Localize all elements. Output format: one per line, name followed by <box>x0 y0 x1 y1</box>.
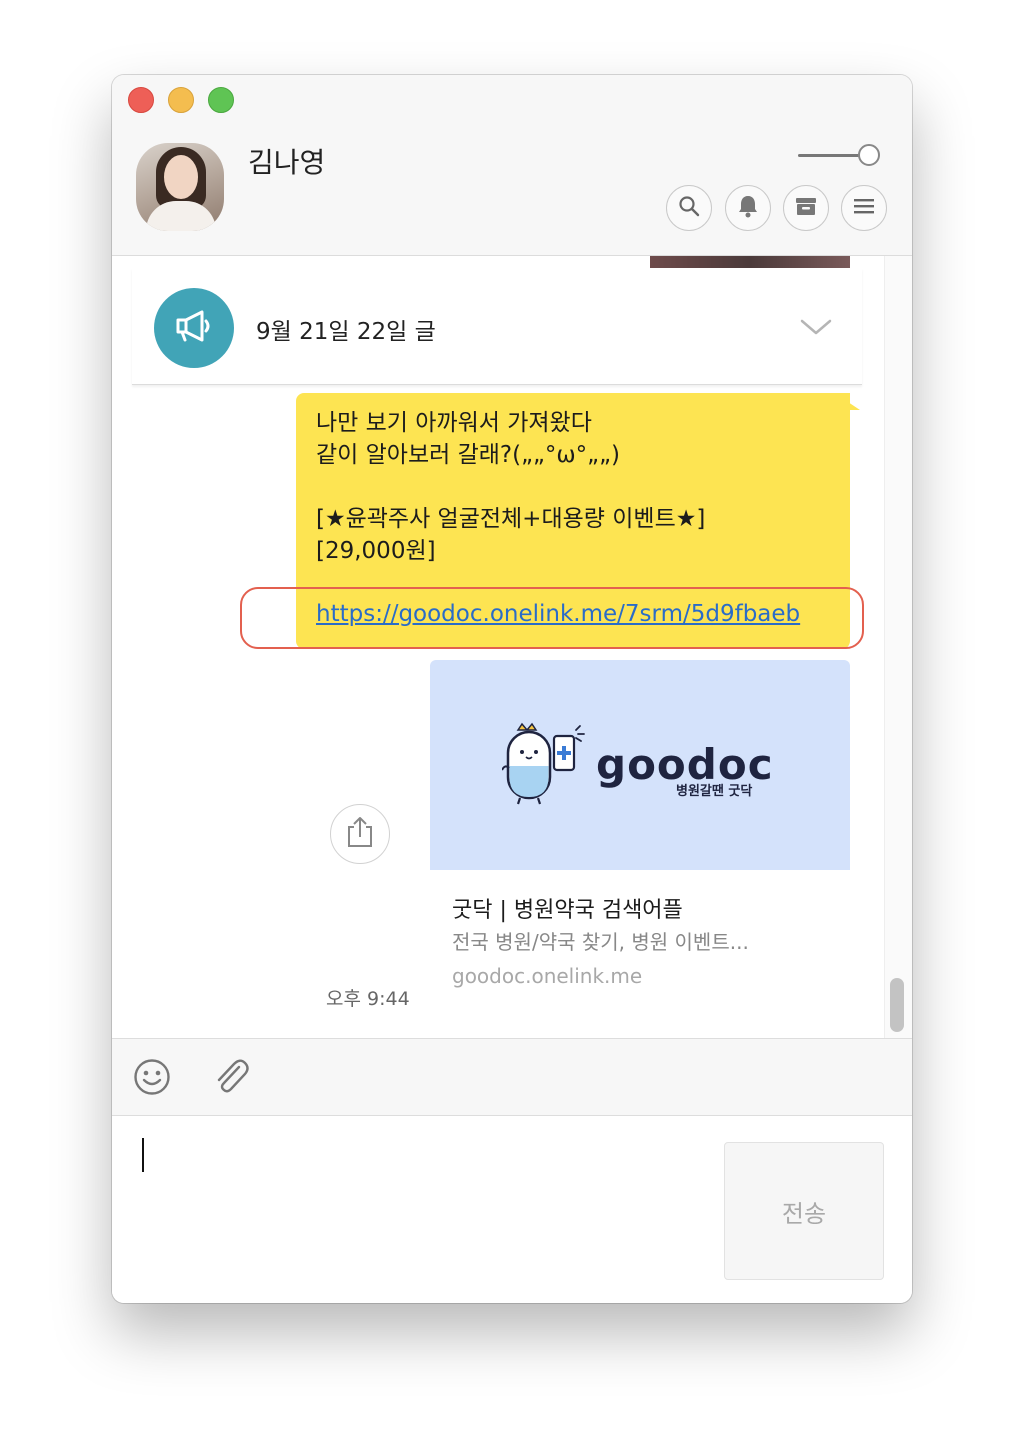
message-line: [★윤곽주사 얼굴전체+대용량 이벤트★] <box>316 506 706 532</box>
goodoc-mascot-icon <box>501 722 588 810</box>
close-window-button[interactable] <box>128 87 154 113</box>
chat-window: 김나영 9월 21일 22일 글 나만 보기 아까워서 가져왔다 같이 알아보러… <box>112 75 912 1303</box>
message-line <box>316 471 705 503</box>
message-line: [29,000원] <box>316 538 436 564</box>
chevron-down-icon[interactable] <box>800 318 832 340</box>
attach-file-button[interactable] <box>211 1059 251 1099</box>
message-text: 나만 보기 아까워서 가져왔다 같이 알아보러 갈래?(„„°ω°„„) [★윤… <box>316 407 705 567</box>
search-icon <box>678 195 700 221</box>
message-line: 같이 알아보러 갈래?(„„°ω°„„) <box>316 442 620 468</box>
emoji-button[interactable] <box>132 1059 172 1099</box>
scrollbar-track[interactable] <box>884 256 912 1038</box>
notification-button[interactable] <box>725 185 771 231</box>
link-preview-image: goodoc 병원갈땐 굿닥 <box>430 660 850 870</box>
message-link[interactable]: https://goodoc.onelink.me/7srm/5d9fbaeb <box>316 601 800 627</box>
message-list[interactable]: 9월 21일 22일 글 나만 보기 아까워서 가져왔다 같이 알아보러 갈래?… <box>112 256 912 1038</box>
send-button[interactable]: 전송 <box>724 1142 884 1280</box>
composer-toolbar <box>112 1038 912 1116</box>
share-icon <box>345 815 375 853</box>
chat-header: 김나영 <box>112 75 912 256</box>
link-preview-card[interactable]: goodoc 병원갈땐 굿닥 굿닥 | 병원약국 검색어플 전국 병원/약국 찾… <box>430 660 850 990</box>
composer: 전송 <box>112 1116 912 1303</box>
notice-icon-badge <box>154 288 234 368</box>
opacity-slider-knob[interactable] <box>858 144 880 166</box>
link-preview-domain: goodoc.onelink.me <box>452 964 643 988</box>
zoom-window-button[interactable] <box>208 87 234 113</box>
message-line: 나만 보기 아까워서 가져왔다 <box>316 410 592 436</box>
paperclip-icon <box>212 1058 250 1100</box>
message-input[interactable] <box>136 1134 700 1288</box>
goodoc-tagline: 병원갈땐 굿닥 <box>676 784 753 799</box>
archive-button[interactable] <box>783 185 829 231</box>
search-button[interactable] <box>666 185 712 231</box>
archive-icon <box>794 195 818 221</box>
megaphone-icon <box>172 308 216 348</box>
minimize-window-button[interactable] <box>168 87 194 113</box>
message-bubble[interactable]: 나만 보기 아까워서 가져왔다 같이 알아보러 갈래?(„„°ω°„„) [★윤… <box>296 393 850 649</box>
contact-avatar[interactable] <box>136 143 224 231</box>
notice-text: 9월 21일 22일 글 <box>256 319 436 345</box>
menu-icon <box>853 197 875 219</box>
link-preview-title: 굿닥 | 병원약국 검색어플 <box>452 898 683 923</box>
emoji-icon <box>133 1058 171 1100</box>
pinned-notice[interactable]: 9월 21일 22일 글 <box>132 268 862 385</box>
bubble-tail <box>848 402 860 410</box>
share-button[interactable] <box>330 804 390 864</box>
message-timestamp: 오후 9:44 <box>326 988 410 1010</box>
scrollbar-thumb[interactable] <box>890 978 904 1032</box>
contact-name: 김나영 <box>248 146 326 179</box>
opacity-slider-track[interactable] <box>798 154 860 157</box>
link-preview-description: 전국 병원/약국 찾기, 병원 이벤트... <box>452 930 749 954</box>
menu-button[interactable] <box>841 185 887 231</box>
bell-icon <box>737 194 759 222</box>
